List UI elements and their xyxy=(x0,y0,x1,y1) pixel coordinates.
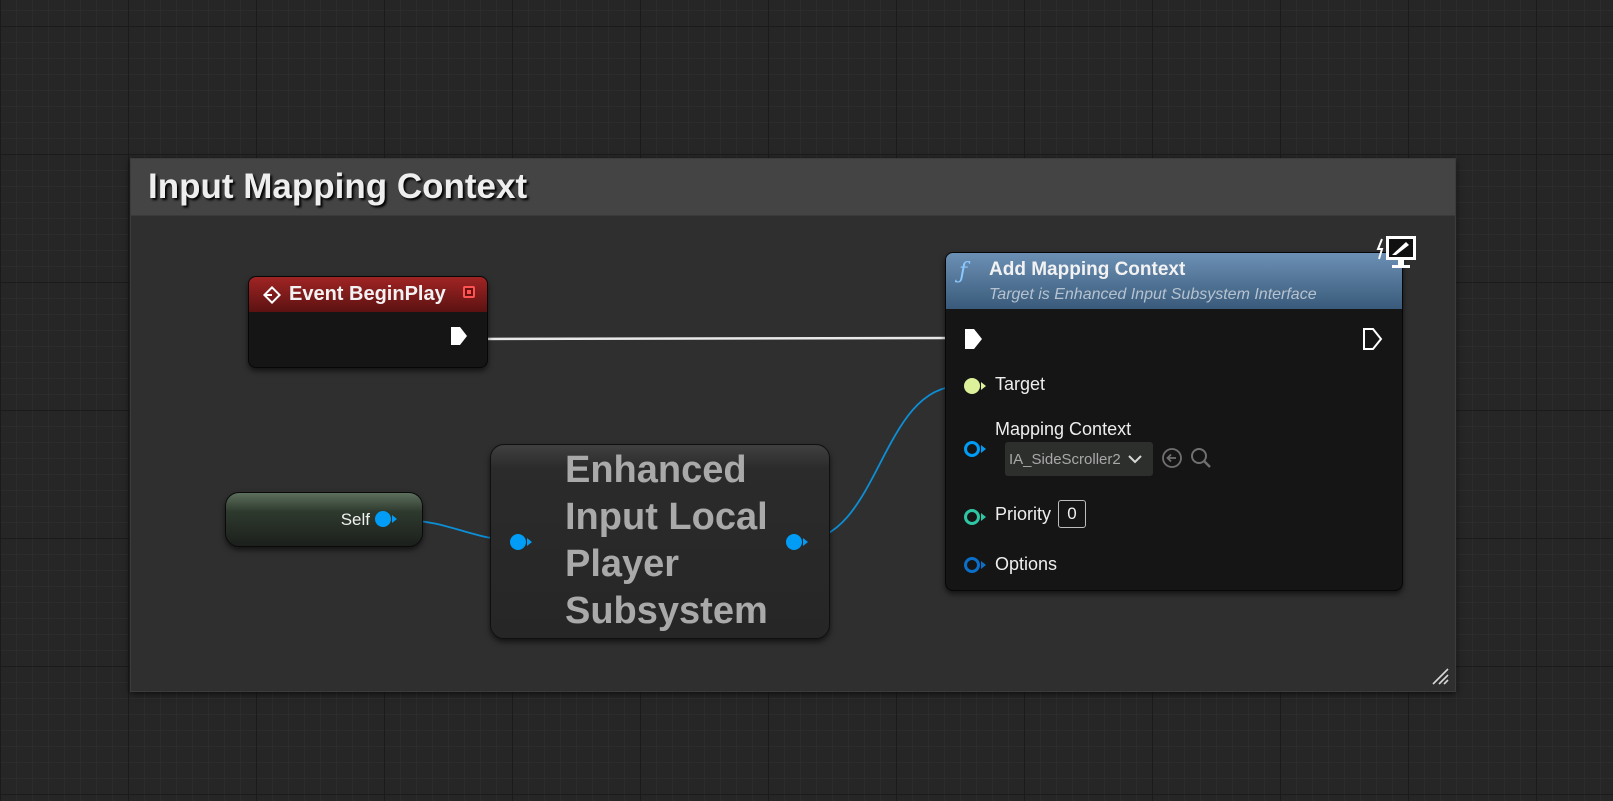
exec-in-pin[interactable] xyxy=(963,327,985,351)
mapping-context-pin-label: Mapping Context xyxy=(995,419,1132,439)
priority-pin-label: Priority xyxy=(995,504,1052,524)
function-icon: ƒ xyxy=(959,259,968,284)
self-output-pin[interactable] xyxy=(374,509,398,529)
use-asset-icon[interactable] xyxy=(1161,447,1183,469)
mapping-context-asset-dropdown[interactable]: IA_SideScroller2 xyxy=(1005,442,1153,476)
exec-wire xyxy=(469,336,959,341)
browse-icon[interactable] xyxy=(1189,446,1213,470)
chevron-down-icon xyxy=(1128,455,1142,464)
monitor-icon xyxy=(1376,236,1416,268)
exec-out-pin[interactable] xyxy=(1362,327,1384,351)
subsystem-output-pin[interactable] xyxy=(785,532,809,552)
mapping-node-header[interactable]: ƒ Add Mapping Context Target is Enhanced… xyxy=(946,253,1402,309)
mapping-node-title: Add Mapping Context xyxy=(989,259,1186,280)
priority-input[interactable]: 0 xyxy=(1058,500,1086,528)
event-node-header[interactable]: Event BeginPlay xyxy=(249,277,487,312)
options-pin-label: Options xyxy=(995,554,1058,574)
options-pin[interactable] xyxy=(963,555,987,575)
target-pin-label: Target xyxy=(995,374,1046,394)
subsystem-input-pin[interactable] xyxy=(509,532,533,552)
event-icon xyxy=(263,285,281,304)
stop-icon[interactable] xyxy=(463,286,475,298)
priority-pin[interactable] xyxy=(963,507,987,527)
mapping-node-subtitle: Target is Enhanced Input Subsystem Inter… xyxy=(989,286,1317,303)
exec-out-pin[interactable] xyxy=(449,325,469,347)
mapping-context-value: IA_SideScroller2 xyxy=(1009,450,1121,468)
subsystem-node-title: Enhanced Input Local Player Subsystem xyxy=(565,449,768,632)
enhanced-input-subsystem-node[interactable]: Enhanced Input Local Player Subsystem xyxy=(490,444,830,639)
self-label: Self xyxy=(340,510,370,529)
mapping-context-pin[interactable] xyxy=(963,439,987,459)
self-node[interactable]: Self xyxy=(225,492,423,547)
target-pin[interactable] xyxy=(963,376,987,396)
event-node-title: Event BeginPlay xyxy=(289,283,446,305)
event-beginplay-node[interactable]: Event BeginPlay xyxy=(248,276,488,368)
